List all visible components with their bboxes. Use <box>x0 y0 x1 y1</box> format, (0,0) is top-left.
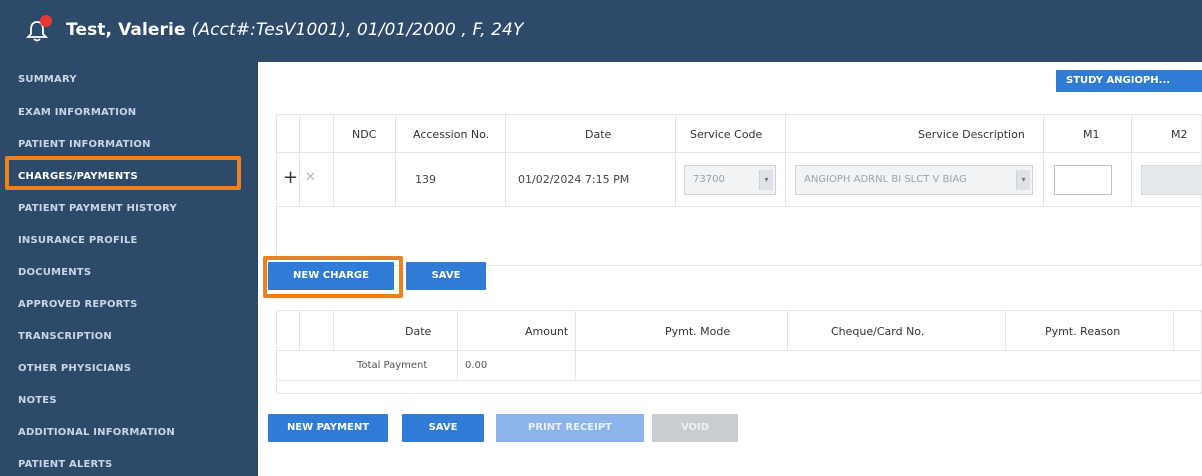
table-row: + ✕ 139 01/02/2024 7:15 PM 73700 ▾ ANGIO… <box>277 153 1202 207</box>
service-code-value: 73700 <box>693 174 725 185</box>
col-cheque-card: Cheque/Card No. <box>831 325 925 338</box>
col-ndc: NDC <box>352 128 377 141</box>
col-divider <box>1173 311 1174 351</box>
new-payment-button[interactable]: NEW PAYMENT <box>268 414 388 442</box>
col-m1: M1 <box>1083 128 1100 141</box>
service-code-select[interactable]: 73700 ▾ <box>684 165 776 195</box>
sidebar-item-other-physicians[interactable]: OTHER PHYSICIANS <box>18 359 131 379</box>
sidebar-item-summary[interactable]: SUMMARY <box>18 70 77 90</box>
col-m2: M2 <box>1171 128 1188 141</box>
col-divider <box>575 311 576 351</box>
total-payment-value: 0.00 <box>465 360 488 371</box>
sidebar-item-patient-alerts[interactable]: PATIENT ALERTS <box>18 455 112 475</box>
chevron-down-icon[interactable]: ▾ <box>1016 170 1030 190</box>
col-divider <box>1005 311 1006 351</box>
sidebar-item-notes[interactable]: NOTES <box>18 391 57 411</box>
col-payment-date: Date <box>405 325 432 338</box>
save-charge-button[interactable]: SAVE <box>406 262 486 290</box>
payments-grid-header: Date Amount Pymt. Mode Cheque/Card No. P… <box>277 311 1202 351</box>
void-button[interactable]: VOID <box>652 414 738 442</box>
study-badge[interactable]: STUDY ANGIOPH... <box>1056 70 1202 92</box>
patient-name: Test, Valerie <box>66 20 186 40</box>
charges-grid-header: NDC Accession No. Date Service Code Serv… <box>277 115 1202 153</box>
sidebar-item-transcription[interactable]: TRANSCRIPTION <box>18 327 112 347</box>
save-payment-button[interactable]: SAVE <box>402 414 484 442</box>
col-divider <box>457 351 458 381</box>
service-description-value: ANGIOPH ADRNL BI SLCT V BIAG <box>804 174 967 185</box>
sidebar: SUMMARY EXAM INFORMATION PATIENT INFORMA… <box>0 62 258 476</box>
service-description-select[interactable]: ANGIOPH ADRNL BI SLCT V BIAG ▾ <box>795 165 1033 195</box>
sidebar-item-patient-information[interactable]: PATIENT INFORMATION <box>18 135 151 155</box>
highlight-new-charge <box>263 256 403 298</box>
col-amount: Amount <box>525 325 569 338</box>
sidebar-item-documents[interactable]: DOCUMENTS <box>18 263 91 283</box>
alert-badge <box>40 15 52 27</box>
patient-header: Test, Valerie (Acct#:TesV1001), 01/01/20… <box>0 0 1202 62</box>
delete-row-icon[interactable]: ✕ <box>305 170 316 185</box>
col-payment-mode: Pymt. Mode <box>665 325 731 338</box>
sidebar-item-patient-payment-history[interactable]: PATIENT PAYMENT HISTORY <box>18 199 177 219</box>
patient-title: Test, Valerie (Acct#:TesV1001), 01/01/20… <box>66 20 523 40</box>
col-payment-reason: Pymt. Reason <box>1045 325 1121 338</box>
col-divider <box>787 311 788 351</box>
col-divider <box>333 311 334 351</box>
total-payment-label: Total Payment <box>357 360 428 371</box>
col-service-description: Service Description <box>918 128 1025 141</box>
m2-input[interactable] <box>1141 165 1202 195</box>
patient-details: (Acct#:TesV1001), 01/01/2000 , F, 24Y <box>191 20 524 40</box>
highlight-charges-payments <box>5 156 241 190</box>
total-payment-row: Total Payment 0.00 <box>277 351 1202 381</box>
add-row-icon[interactable]: + <box>283 167 298 188</box>
cell-date: 01/02/2024 7:15 PM <box>518 173 630 186</box>
cell-accession: 139 <box>415 173 436 186</box>
chevron-down-icon[interactable]: ▾ <box>759 170 773 190</box>
charges-grid: NDC Accession No. Date Service Code Serv… <box>276 114 1202 266</box>
sidebar-item-approved-reports[interactable]: APPROVED REPORTS <box>18 295 138 315</box>
col-date: Date <box>585 128 612 141</box>
sidebar-item-exam-information[interactable]: EXAM INFORMATION <box>18 103 136 123</box>
payments-grid: Date Amount Pymt. Mode Cheque/Card No. P… <box>276 310 1202 394</box>
sidebar-item-insurance-profile[interactable]: INSURANCE PROFILE <box>18 231 138 251</box>
sidebar-item-additional-information[interactable]: ADDITIONAL INFORMATION <box>18 423 175 443</box>
col-divider <box>299 311 300 351</box>
print-receipt-button[interactable]: PRINT RECEIPT <box>496 414 644 442</box>
col-service-code: Service Code <box>690 128 763 141</box>
col-accession: Accession No. <box>413 128 490 141</box>
m1-input[interactable] <box>1054 165 1112 195</box>
col-divider <box>457 311 458 351</box>
col-divider <box>575 351 576 381</box>
